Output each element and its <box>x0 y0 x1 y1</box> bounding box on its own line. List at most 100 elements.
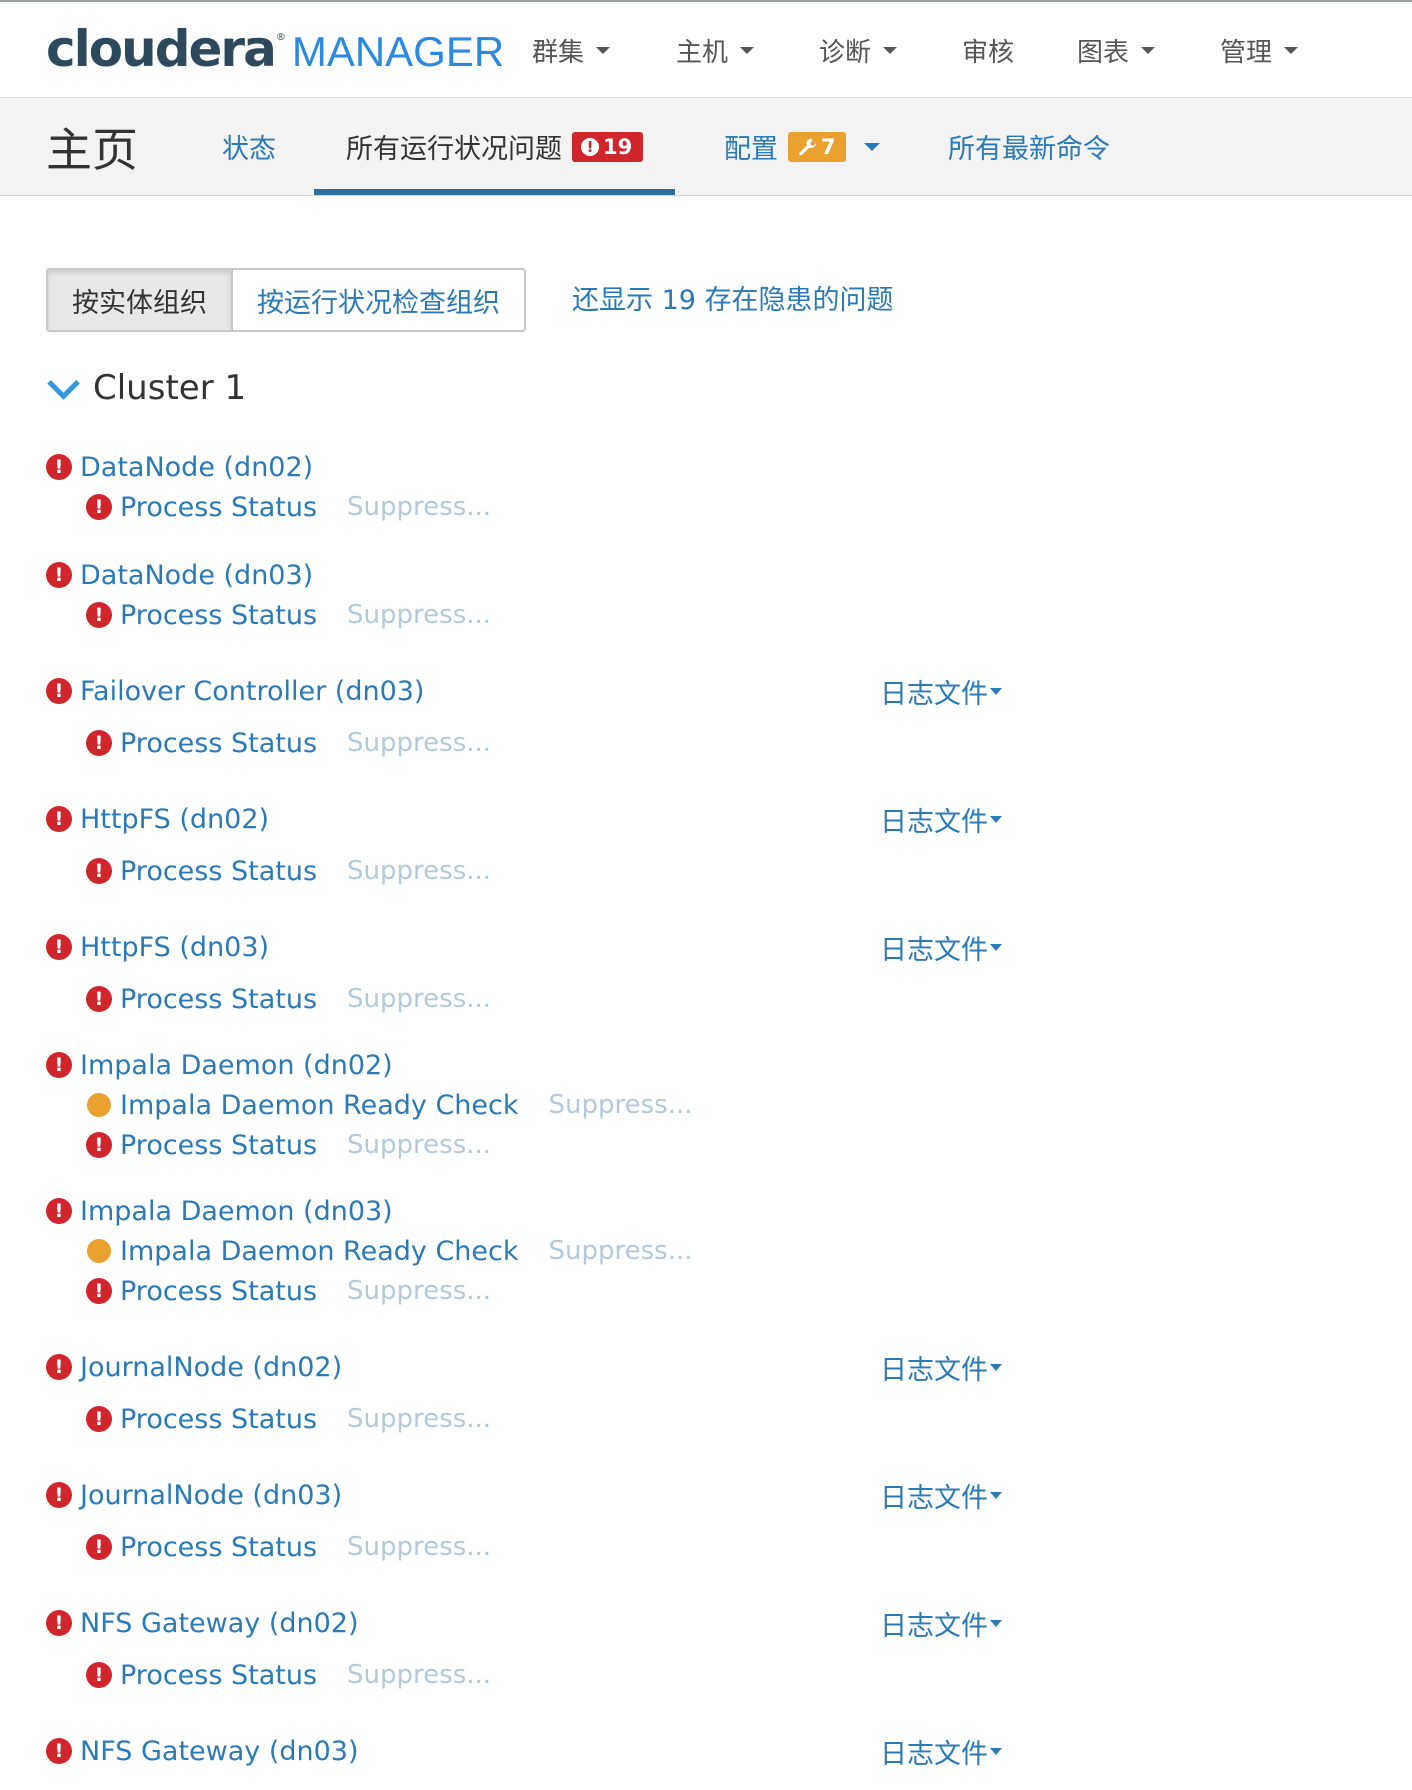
nav-label: 审核 <box>962 37 1015 68</box>
health-check-link[interactable]: Process Status <box>120 1660 317 1691</box>
health-check-link[interactable]: Impala Daemon Ready Check <box>120 1236 519 1267</box>
suppress-link[interactable]: Suppress... <box>347 728 491 758</box>
suppress-link[interactable]: Suppress... <box>347 1276 491 1306</box>
health-check-row: ! Process Status Suppress... <box>86 1402 491 1436</box>
critical-status-icon: ! <box>86 858 112 884</box>
entity-row: ! HttpFS (dn03) <box>46 930 269 964</box>
entity-link[interactable]: Impala Daemon (dn02) <box>80 1050 393 1081</box>
caret-down-icon <box>990 1491 1002 1499</box>
critical-status-icon: ! <box>86 1132 112 1158</box>
health-issues-count-badge: ! 19 <box>572 131 644 162</box>
suppress-link[interactable]: Suppress... <box>347 1130 491 1160</box>
nav-hosts-menu[interactable]: 主机 <box>676 32 755 68</box>
critical-status-icon: ! <box>86 730 112 756</box>
cluster-section-toggle[interactable]: Cluster 1 <box>46 366 247 408</box>
entity-link[interactable]: HttpFS (dn02) <box>80 804 269 835</box>
entity-link[interactable]: JournalNode (dn02) <box>80 1352 342 1383</box>
log-files-dropdown[interactable]: 日志文件 <box>880 802 1002 838</box>
log-files-dropdown[interactable]: 日志文件 <box>880 1350 1002 1386</box>
log-files-label: 日志文件 <box>880 934 988 966</box>
suppress-link[interactable]: Suppress... <box>347 1532 491 1562</box>
logo-product-name: MANAGER <box>291 28 505 75</box>
entity-link[interactable]: HttpFS (dn03) <box>80 932 269 963</box>
health-check-row: ! Process Status Suppress... <box>86 1658 491 1692</box>
health-check-link[interactable]: Process Status <box>120 1130 317 1161</box>
suppress-link[interactable]: Suppress... <box>549 1090 693 1120</box>
group-by-entity-button[interactable]: 按实体组织 <box>48 270 233 330</box>
log-files-label: 日志文件 <box>880 1610 988 1642</box>
suppress-link[interactable]: Suppress... <box>549 1236 693 1266</box>
suppress-link[interactable]: Suppress... <box>347 1660 491 1690</box>
suppress-link[interactable]: Suppress... <box>347 492 491 522</box>
health-check-link[interactable]: Process Status <box>120 984 317 1015</box>
nav-administration-menu[interactable]: 管理 <box>1220 32 1299 68</box>
health-check-row: ! Process Status Suppress... <box>86 1128 491 1162</box>
suppress-link[interactable]: Suppress... <box>347 856 491 886</box>
config-issues-count-badge: 7 <box>788 131 846 162</box>
cloudera-manager-logo[interactable]: cloudera ® MANAGER <box>46 20 504 80</box>
health-check-link[interactable]: Impala Daemon Ready Check <box>120 1090 519 1121</box>
caret-down-icon[interactable] <box>863 142 880 151</box>
entity-link[interactable]: NFS Gateway (dn02) <box>80 1608 359 1639</box>
entity-row: ! JournalNode (dn03) <box>46 1478 342 1512</box>
caret-down-icon <box>990 1619 1002 1627</box>
entity-row: ! Impala Daemon (dn02) <box>46 1048 393 1082</box>
log-files-label: 日志文件 <box>880 1354 988 1386</box>
health-check-link[interactable]: Process Status <box>120 728 317 759</box>
health-check-link[interactable]: Process Status <box>120 1276 317 1307</box>
group-by-health-check-button[interactable]: 按运行状况检查组织 <box>233 270 524 330</box>
entity-link[interactable]: NFS Gateway (dn03) <box>80 1736 359 1767</box>
caret-down-icon <box>990 687 1002 695</box>
log-files-dropdown[interactable]: 日志文件 <box>880 674 1002 710</box>
critical-status-icon: ! <box>86 986 112 1012</box>
caret-down-icon <box>990 815 1002 823</box>
suppress-link[interactable]: Suppress... <box>347 1404 491 1434</box>
nav-charts-menu[interactable]: 图表 <box>1077 32 1156 68</box>
page-title: 主页 <box>46 123 138 177</box>
cluster-name: Cluster 1 <box>93 368 247 408</box>
nav-label: 群集 <box>532 37 585 68</box>
critical-status-icon: ! <box>46 1354 72 1380</box>
page-header-bar: 主页 状态 所有运行状况问题 ! 19 配置 7 所有最新命令 <box>0 98 1412 196</box>
suppress-link[interactable]: Suppress... <box>347 600 491 630</box>
chevron-down-icon <box>47 366 80 400</box>
health-check-row: ! Process Status Suppress... <box>86 598 491 632</box>
entity-link[interactable]: DataNode (dn02) <box>80 452 313 483</box>
health-check-link[interactable]: Process Status <box>120 1532 317 1563</box>
critical-status-icon: ! <box>46 1198 72 1224</box>
critical-status-icon: ! <box>46 1482 72 1508</box>
logo-registered-mark: ® <box>275 32 286 43</box>
show-concerning-issues-link[interactable]: 还显示 19 存在隐患的问题 <box>572 278 894 317</box>
caret-down-icon <box>596 46 611 54</box>
suppress-link[interactable]: Suppress... <box>347 984 491 1014</box>
log-files-dropdown[interactable]: 日志文件 <box>880 1478 1002 1514</box>
tab-all-health-issues[interactable]: 所有运行状况问题 ! 19 <box>314 98 676 195</box>
tab-status[interactable]: 状态 <box>222 98 276 195</box>
log-files-dropdown[interactable]: 日志文件 <box>880 930 1002 966</box>
log-files-dropdown[interactable]: 日志文件 <box>880 1734 1002 1770</box>
nav-clusters-menu[interactable]: 群集 <box>532 32 611 68</box>
entity-row: ! DataNode (dn03) <box>46 558 313 592</box>
tab-all-recent-commands[interactable]: 所有最新命令 <box>948 98 1110 195</box>
nav-audits-link[interactable]: 审核 <box>962 32 1014 68</box>
health-check-link[interactable]: Process Status <box>120 492 317 523</box>
nav-diagnostics-menu[interactable]: 诊断 <box>819 32 898 68</box>
critical-status-icon: ! <box>46 562 72 588</box>
entity-link[interactable]: JournalNode (dn03) <box>80 1480 342 1511</box>
entity-row: ! Failover Controller (dn03) <box>46 674 424 708</box>
health-check-link[interactable]: Process Status <box>120 856 317 887</box>
caret-down-icon <box>990 1747 1002 1755</box>
badge-count: 19 <box>603 134 633 159</box>
health-check-link[interactable]: Process Status <box>120 1404 317 1435</box>
critical-status-icon: ! <box>86 1406 112 1432</box>
group-by-toggle: 按实体组织 按运行状况检查组织 <box>46 268 526 332</box>
tab-configuration[interactable]: 配置 7 <box>724 98 880 195</box>
entity-link[interactable]: DataNode (dn03) <box>80 560 313 591</box>
warning-status-icon <box>87 1239 111 1263</box>
entity-link[interactable]: Failover Controller (dn03) <box>80 676 424 707</box>
log-files-dropdown[interactable]: 日志文件 <box>880 1606 1002 1642</box>
critical-status-icon: ! <box>86 602 112 628</box>
entity-link[interactable]: Impala Daemon (dn03) <box>80 1196 393 1227</box>
critical-status-icon: ! <box>46 454 72 480</box>
health-check-link[interactable]: Process Status <box>120 600 317 631</box>
